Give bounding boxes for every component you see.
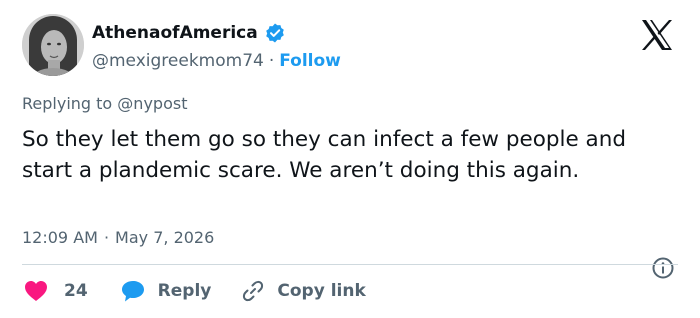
like-button[interactable]: 24 [24, 280, 88, 302]
copy-link-button[interactable]: Copy link [241, 279, 366, 303]
reply-context-prefix: Replying to [22, 94, 113, 113]
author-name-row: AthenaofAmerica [92, 20, 341, 46]
author-block: AthenaofAmerica @mexigreekmom74 · Follow [92, 20, 341, 74]
author-display-name[interactable]: AthenaofAmerica [92, 23, 258, 43]
reply-context-mention[interactable]: @nypost [117, 94, 187, 113]
heart-icon [24, 280, 48, 302]
tweet-timestamp[interactable]: 12:09 AM · May 7, 2026 [22, 228, 214, 247]
author-handle-row: @mexigreekmom74 · Follow [92, 48, 341, 74]
like-count: 24 [64, 281, 88, 301]
reply-context: Replying to @nypost [22, 94, 187, 113]
avatar-photo [22, 14, 84, 76]
link-icon [241, 279, 265, 303]
divider [22, 264, 678, 265]
tweet-time[interactable]: 12:09 AM [22, 228, 98, 247]
tweet-text: So they let them go so they can infect a… [22, 127, 626, 183]
handle-separator: · [268, 51, 275, 71]
author-handle[interactable]: @mexigreekmom74 [92, 51, 264, 71]
avatar[interactable] [22, 14, 84, 76]
timestamp-separator: · [103, 228, 110, 247]
verified-badge-icon [264, 22, 286, 44]
follow-button[interactable]: Follow [279, 51, 341, 71]
reply-label: Reply [157, 281, 212, 301]
action-bar: 24 Reply Copy link [24, 276, 366, 306]
info-icon[interactable] [651, 256, 675, 280]
x-logo-icon[interactable] [637, 18, 677, 52]
speech-bubble-icon [120, 279, 146, 303]
reply-button[interactable]: Reply [120, 279, 212, 303]
tweet-date[interactable]: May 7, 2026 [115, 228, 214, 247]
copy-link-label: Copy link [277, 281, 366, 301]
